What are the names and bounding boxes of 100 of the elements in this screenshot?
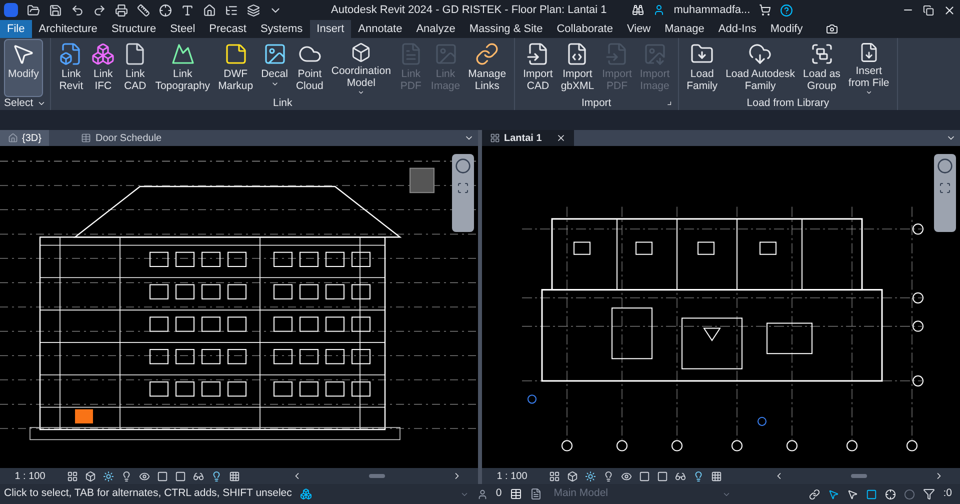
caret-icon: [864, 89, 873, 96]
redo-icon[interactable]: [93, 4, 106, 16]
analytical-icon[interactable]: [229, 470, 240, 482]
user-name[interactable]: muhammadfa...: [674, 2, 750, 18]
document-tab[interactable]: {3D}: [0, 130, 50, 146]
shadow-icon[interactable]: [603, 470, 614, 482]
restore-icon[interactable]: [923, 4, 934, 16]
binoculars-icon[interactable]: [632, 4, 644, 16]
view-tab-label: Door Schedule: [95, 132, 162, 146]
save-icon[interactable]: [49, 4, 62, 16]
menu-tab[interactable]: Massing & Site: [462, 20, 550, 38]
home-icon[interactable]: [203, 4, 216, 16]
help-icon[interactable]: [780, 4, 794, 16]
editable-elements-icon[interactable]: [476, 488, 488, 500]
analytical-icon[interactable]: [711, 470, 722, 482]
pinned-select-icon[interactable]: [847, 488, 858, 500]
temporary-hide-icon[interactable]: [693, 470, 704, 482]
ribbon-tool[interactable]: Manage Links: [464, 39, 510, 97]
menu-tab[interactable]: Structure: [104, 20, 164, 38]
folder-icon[interactable]: [27, 4, 40, 16]
temporary-hide-icon[interactable]: [211, 470, 222, 482]
filter-count: :0: [943, 486, 952, 502]
detail-level-icon[interactable]: [67, 470, 78, 482]
undo-icon[interactable]: [71, 4, 84, 16]
menu-tab[interactable]: Analyze: [409, 20, 462, 38]
window-title: Autodesk Revit 2024 - GD RISTEK - Floor Plan: Lantai 1: [331, 2, 607, 18]
menu-tab[interactable]: Modify: [763, 20, 810, 38]
caret-icon[interactable]: [37, 99, 46, 108]
render-icon[interactable]: [621, 470, 632, 482]
filter-icon[interactable]: [923, 488, 936, 500]
user-icon[interactable]: [652, 4, 665, 16]
plan-icon: [490, 133, 500, 143]
shadow-icon[interactable]: [121, 470, 132, 482]
camera-icon[interactable]: [826, 23, 838, 35]
print-icon[interactable]: [115, 4, 128, 16]
menu-tab[interactable]: File: [0, 20, 32, 38]
sun-icon[interactable]: [585, 470, 596, 482]
worksharing-icon[interactable]: [300, 488, 312, 500]
link-select-icon[interactable]: [809, 488, 820, 500]
ribbon-tool[interactable]: Load Family: [682, 39, 722, 97]
ribbon-tool[interactable]: Load as Group: [799, 39, 844, 97]
scroll-thumb[interactable]: [369, 474, 385, 478]
visual-style-icon[interactable]: [567, 470, 578, 482]
ribbon-tool[interactable]: Load Autodesk Family: [722, 39, 800, 97]
list-icon[interactable]: [510, 488, 522, 500]
ribbon-tool[interactable]: DWF Markup: [214, 39, 258, 97]
note-icon[interactable]: [530, 488, 542, 500]
caret-icon: [270, 80, 278, 88]
menu-tab[interactable]: View: [620, 20, 658, 38]
hidden-elements-icon[interactable]: [193, 470, 204, 482]
close-icon[interactable]: [943, 4, 956, 16]
list-icon[interactable]: [225, 4, 238, 16]
ribbon-tool[interactable]: Modify: [4, 39, 43, 97]
ribbon-tool[interactable]: Link Topography: [151, 39, 214, 97]
cart-icon[interactable]: [759, 4, 772, 16]
crosshair-icon[interactable]: [159, 4, 172, 16]
image-download-icon: [642, 42, 667, 66]
view-scale[interactable]: 1 : 100: [0, 468, 60, 484]
zoom-region-icon[interactable]: [457, 182, 469, 194]
menu-tab[interactable]: Architecture: [32, 20, 104, 38]
menu-tab[interactable]: Insert: [310, 20, 352, 38]
ribbon-tool[interactable]: Coordination Model: [327, 39, 395, 97]
ribbon-panel-title: Select: [0, 97, 50, 110]
menu-tab[interactable]: Precast: [202, 20, 254, 38]
menu-tab[interactable]: Add-Ins: [711, 20, 764, 38]
render-icon[interactable]: [139, 470, 150, 482]
ribbon-tool[interactable]: Link Revit: [55, 39, 88, 97]
menu-tab[interactable]: Manage: [658, 20, 712, 38]
scroll-thumb[interactable]: [851, 474, 867, 478]
detail-level-icon[interactable]: [549, 470, 560, 482]
close-icon[interactable]: [556, 133, 566, 143]
ribbon-panel-title: Link: [272, 97, 294, 110]
view-scale[interactable]: 1 : 100: [482, 468, 542, 484]
pointer-icon: [11, 42, 36, 66]
ribbon-tool[interactable]: Insert from File: [844, 39, 894, 97]
hidden-elements-icon[interactable]: [675, 470, 686, 482]
app-logo-icon[interactable]: [4, 3, 18, 17]
view-tab-label: {3D}: [22, 132, 42, 146]
ribbon-tool[interactable]: Decal: [257, 39, 292, 97]
menu-tab[interactable]: Systems: [253, 20, 310, 38]
drag-select-icon[interactable]: [885, 488, 896, 500]
mountain-icon: [170, 42, 195, 66]
menu-tab[interactable]: Steel: [163, 20, 202, 38]
underlay-select-icon[interactable]: [828, 488, 840, 500]
document-tab[interactable]: Lantai 1: [482, 130, 574, 146]
ribbon-tool[interactable]: Import CAD: [519, 39, 557, 97]
layers-icon[interactable]: [247, 4, 260, 16]
zoom-region-icon[interactable]: [939, 182, 951, 194]
visual-style-icon[interactable]: [85, 470, 96, 482]
editable-count: 0: [496, 486, 502, 502]
ribbon-tool[interactable]: Import gbXML: [556, 39, 598, 97]
folder-download-icon: [690, 42, 714, 66]
ribbon-tool[interactable]: Link IFC: [87, 39, 120, 97]
text-tool-icon[interactable]: [181, 4, 194, 16]
ribbon-tool[interactable]: Point Cloud: [292, 39, 328, 97]
menu-tab[interactable]: Collaborate: [550, 20, 620, 38]
sun-icon[interactable]: [103, 470, 114, 482]
menu-tab[interactable]: Annotate: [351, 20, 410, 38]
ruler-icon[interactable]: [137, 4, 150, 16]
ribbon-tool[interactable]: Link CAD: [119, 39, 152, 97]
